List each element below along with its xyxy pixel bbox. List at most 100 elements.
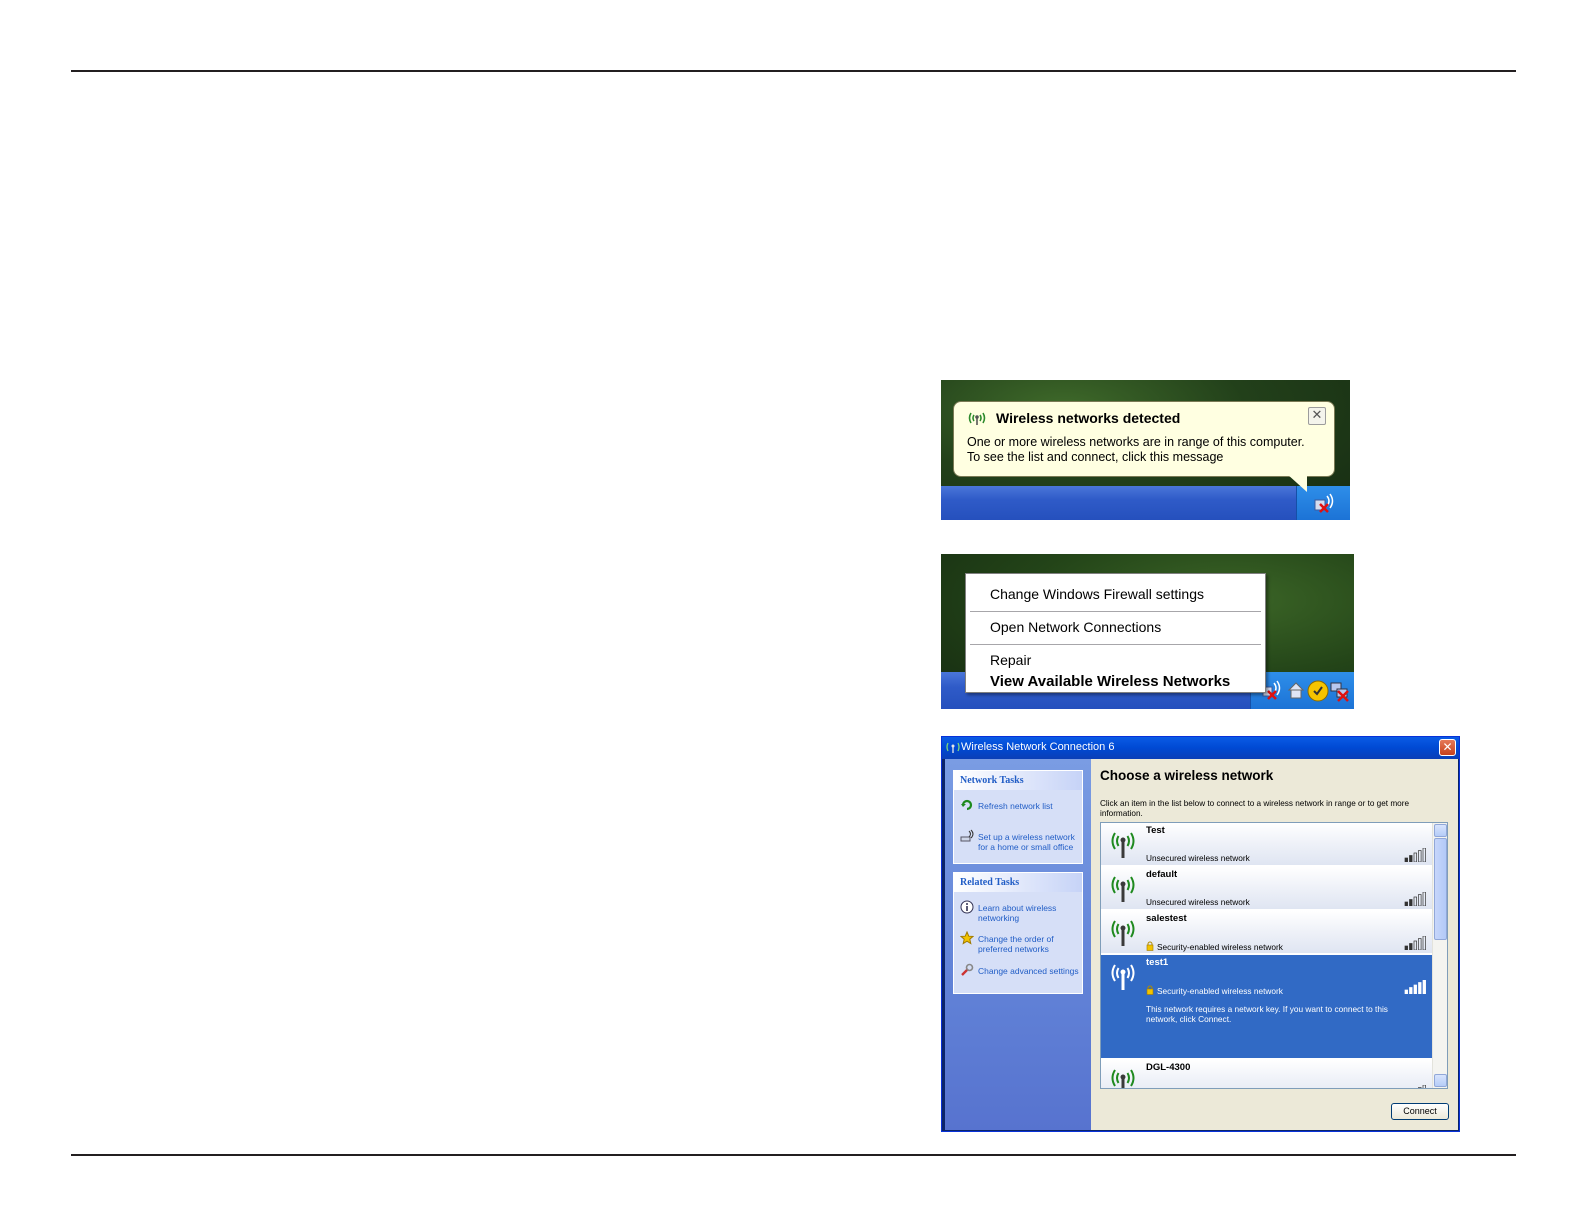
- security-shield-icon[interactable]: [1307, 680, 1329, 702]
- network-status-text: Security-enabled wireless network: [1157, 942, 1283, 952]
- signal-bar: [1404, 945, 1408, 950]
- network-security-status: Unsecured wireless network: [1146, 853, 1250, 863]
- balloon-message-line-2: To see the list and connect, click this …: [967, 450, 1224, 464]
- network-name: default: [1146, 869, 1178, 880]
- network-row[interactable]: Test Unsecured wireless network: [1101, 823, 1433, 866]
- lock-icon: [1146, 985, 1154, 995]
- network-name: Test: [1146, 825, 1165, 836]
- signal-bar: [1409, 987, 1413, 994]
- window-title: Wireless Network Connection 6: [961, 741, 1115, 753]
- page-title: Choose a wireless network: [1100, 768, 1274, 783]
- home-icon[interactable]: [1287, 680, 1305, 700]
- menu-item-view-available-wireless-networks[interactable]: View Available Wireless Networks: [990, 673, 1230, 690]
- signal-bar: [1409, 855, 1413, 862]
- signal-bar: [1422, 892, 1426, 906]
- network-name: test1: [1146, 957, 1169, 968]
- wireless-icon: [968, 412, 986, 425]
- signal-bar: [1422, 980, 1426, 994]
- network-row[interactable]: test1 Security-enabled wireless network Th…: [1101, 955, 1433, 1059]
- network-disconnected-icon[interactable]: [1329, 680, 1351, 702]
- network-name: salestest: [1146, 913, 1187, 924]
- star-icon: [960, 931, 974, 945]
- signal-strength-icon: [1404, 848, 1426, 862]
- signal-strength-icon: [1418, 1085, 1426, 1088]
- menu-item-open-network-connections[interactable]: Open Network Connections: [990, 619, 1161, 635]
- wireless-setup-icon: [960, 829, 974, 842]
- related-tasks-header: Related Tasks: [954, 873, 1082, 892]
- signal-bar: [1422, 1085, 1426, 1088]
- settings-icon: [961, 963, 974, 976]
- connect-button[interactable]: Connect: [1391, 1103, 1449, 1120]
- network-status-text: Unsecured wireless network: [1146, 853, 1250, 863]
- scroll-thumb[interactable]: [1434, 838, 1447, 940]
- signal-bar: [1404, 901, 1408, 906]
- wireless-network-icon: [1111, 1069, 1135, 1088]
- network-security-status: Unsecured wireless network: [1146, 897, 1250, 907]
- signal-bar: [1409, 899, 1413, 906]
- scroll-up-icon[interactable]: [1434, 824, 1447, 837]
- balloon-message: One or more wireless networks are in ran…: [967, 435, 1327, 465]
- signal-bar: [1413, 984, 1417, 994]
- signal-bar: [1418, 894, 1422, 906]
- instructions-text: Click an item in the list below to conne…: [1100, 799, 1409, 818]
- menu-separator: [970, 644, 1261, 645]
- learn-about-wireless-link[interactable]: Learn about wireless networking: [978, 903, 1082, 923]
- context-menu-screenshot: Change Windows Firewall settings Open Ne…: [941, 554, 1354, 709]
- top-rule: [71, 70, 1516, 72]
- scroll-down-icon[interactable]: [1434, 1074, 1447, 1087]
- lock-icon: [1146, 941, 1154, 951]
- signal-bar: [1404, 857, 1408, 862]
- network-row[interactable]: default Unsecured wireless network: [1101, 867, 1433, 910]
- wireless-network-icon: [1111, 964, 1135, 990]
- info-icon: [960, 900, 974, 914]
- related-tasks-panel: Related Tasks Learn about wireless netwo…: [953, 872, 1083, 994]
- refresh-network-list-link[interactable]: Refresh network list: [978, 801, 1082, 811]
- wireless-disconnected-tray-icon[interactable]: [1312, 492, 1336, 514]
- signal-bar: [1418, 982, 1422, 994]
- signal-bar: [1413, 852, 1417, 862]
- signal-strength-icon: [1404, 892, 1426, 906]
- wireless-icon: [946, 742, 960, 753]
- signal-bar: [1409, 943, 1413, 950]
- network-list: Test Unsecured wireless network default Uns…: [1100, 822, 1448, 1089]
- menu-item-repair[interactable]: Repair: [990, 652, 1031, 668]
- notification-balloon[interactable]: Wireless networks detected ✕ One or more…: [953, 401, 1335, 477]
- signal-bar: [1413, 896, 1417, 906]
- network-security-status: Security-enabled wireless network: [1146, 985, 1283, 996]
- network-name: DGL-4300: [1146, 1062, 1191, 1073]
- wireless-network-icon: [1111, 832, 1135, 858]
- network-row[interactable]: DGL-4300: [1101, 1060, 1433, 1088]
- tasks-pane: Network Tasks Refresh network list Set u…: [945, 759, 1091, 1130]
- menu-item-change-firewall-settings[interactable]: Change Windows Firewall settings: [990, 586, 1204, 602]
- network-tasks-panel: Network Tasks Refresh network list Set u…: [953, 770, 1083, 864]
- network-tasks-header: Network Tasks: [954, 771, 1082, 790]
- close-icon[interactable]: ✕: [1308, 407, 1326, 425]
- tray-context-menu: Change Windows Firewall settings Open Ne…: [965, 573, 1266, 693]
- signal-bar: [1418, 850, 1422, 862]
- balloon-message-line-1: One or more wireless networks are in ran…: [967, 435, 1305, 449]
- signal-bar: [1422, 936, 1426, 950]
- refresh-icon: [961, 799, 973, 811]
- network-row[interactable]: salestest Security-enabled wireless netwo…: [1101, 911, 1433, 954]
- network-detail-text: This network requires a network key. If …: [1146, 1004, 1388, 1024]
- wireless-network-icon: [1111, 920, 1135, 946]
- network-status-text: Unsecured wireless network: [1146, 897, 1250, 907]
- balloon-tail: [1287, 474, 1307, 492]
- scrollbar[interactable]: [1432, 823, 1447, 1088]
- signal-bar: [1404, 989, 1408, 994]
- window-titlebar[interactable]: Wireless Network Connection 6 ✕: [942, 737, 1459, 759]
- signal-strength-icon: [1404, 936, 1426, 950]
- balloon-title: Wireless networks detected: [996, 410, 1181, 426]
- bottom-rule: [71, 1154, 1516, 1156]
- change-order-preferred-link[interactable]: Change the order of preferred networks: [978, 934, 1082, 954]
- close-icon[interactable]: ✕: [1439, 739, 1456, 756]
- set-up-wireless-network-link[interactable]: Set up a wireless network for a home or …: [978, 832, 1082, 852]
- wireless-network-connection-window: Wireless Network Connection 6 ✕ Network …: [941, 736, 1460, 1132]
- balloon-screenshot: Wireless networks detected ✕ One or more…: [941, 380, 1350, 520]
- change-advanced-settings-link[interactable]: Change advanced settings: [978, 966, 1082, 976]
- signal-bar: [1413, 940, 1417, 950]
- network-chooser-pane: Choose a wireless network Click an item …: [1091, 759, 1458, 1130]
- signal-strength-icon: [1404, 980, 1426, 994]
- signal-bar: [1418, 1087, 1422, 1088]
- wireless-network-icon: [1111, 876, 1135, 902]
